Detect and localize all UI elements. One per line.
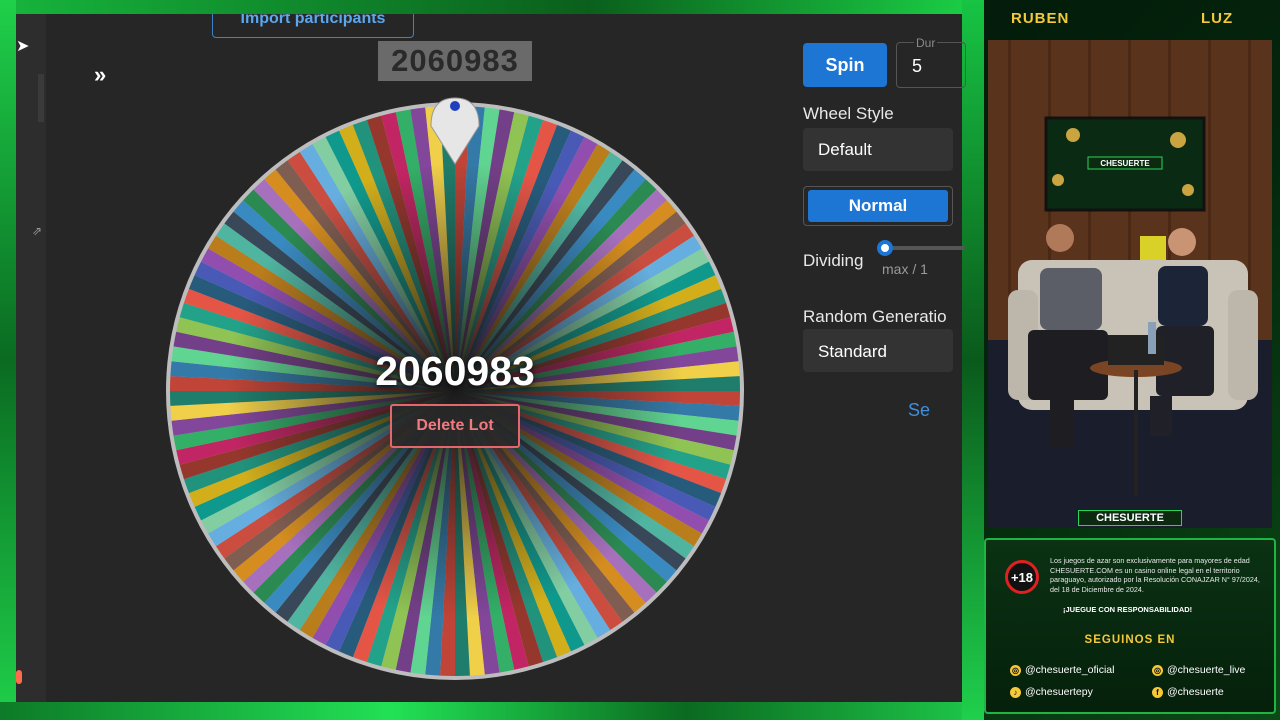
responsible-gaming-note: ¡JUEGUE CON RESPONSABILIDAD! — [1063, 605, 1193, 614]
random-generation-value[interactable]: Standard — [818, 342, 887, 362]
tv-logo: CHESUERTE — [1100, 159, 1150, 168]
frame-glow-top — [0, 0, 980, 14]
dividing-label: Dividing — [803, 251, 864, 270]
duration-label: Dur — [914, 36, 938, 50]
webcam-feed: CHESUERTE — [988, 40, 1272, 528]
spin-button[interactable]: Spin — [803, 43, 887, 87]
legal-disclaimer: Los juegos de azar son exclusivamente pa… — [1050, 556, 1260, 594]
wheel-style-value[interactable]: Default — [818, 140, 872, 160]
frame-divider — [962, 0, 984, 720]
notification-dot — [16, 670, 22, 684]
random-generation-label: Random Generatio — [803, 307, 947, 326]
pointer-dot — [450, 101, 460, 111]
age-restriction-badge: +18 — [1005, 560, 1039, 594]
dividing-slider-track[interactable] — [885, 246, 965, 250]
tiktok-icon: ♪ — [1010, 686, 1021, 698]
winner-title: 2060983 — [378, 41, 532, 81]
dividing-caption: max / 1 — [882, 261, 928, 277]
social-instagram-live: ◎ @chesuerte_live — [1152, 664, 1246, 676]
wheel-style-label: Wheel Style — [803, 104, 894, 123]
wheel-center-value: 2060983 — [375, 348, 535, 394]
frame-glow-left — [0, 0, 16, 720]
instagram-icon: ◎ — [1010, 664, 1021, 676]
facebook-icon: f — [1152, 686, 1163, 698]
external-link-icon[interactable]: ⇗ — [32, 224, 42, 238]
brand-logo: CHESUERTE — [1078, 510, 1182, 526]
delete-lot-button[interactable]: Delete Lot — [390, 404, 520, 448]
host-name-left: RUBEN — [1011, 10, 1070, 27]
normal-mode-button[interactable]: Normal — [808, 190, 948, 222]
instagram-icon: ◎ — [1152, 664, 1163, 676]
social-instagram-official: ◎ @chesuerte_oficial — [1010, 664, 1115, 676]
duration-value[interactable]: 5 — [912, 56, 922, 77]
dividing-slider-thumb[interactable] — [877, 240, 893, 256]
frame-glow-bottom — [0, 702, 980, 720]
follow-us-title: SEGUINOS EN — [1084, 634, 1176, 646]
cursor-icon: ➤ — [16, 38, 30, 55]
rail-accent — [38, 74, 44, 122]
webcam-scene: CHESUERTE — [988, 40, 1272, 528]
import-participants-button[interactable]: Import participants — [212, 14, 414, 38]
social-tiktok: ♪ @chesuertepy — [1010, 686, 1093, 698]
expand-icon[interactable]: » — [94, 62, 106, 88]
settings-link[interactable]: Se — [908, 400, 930, 421]
social-facebook: f @chesuerte — [1152, 686, 1224, 698]
host-name-right: LUZ — [1201, 10, 1234, 27]
